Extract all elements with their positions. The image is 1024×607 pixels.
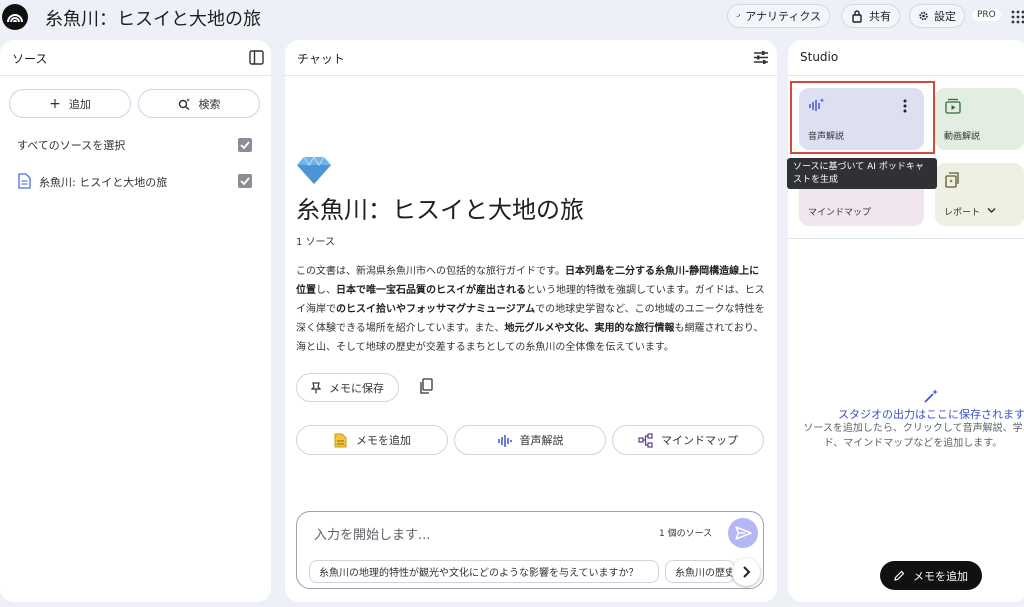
check-icon [240,177,250,186]
save-to-memo-button[interactable]: メモに保存 [296,373,399,402]
add-memo-button[interactable]: メモを追加 [296,425,448,455]
settings-label: 設定 [934,10,956,23]
analytics-label: アナリティクス [745,10,821,23]
gear-icon [919,11,928,21]
studio-empty-description: ソースを追加したら、クリックして音声解説、学 ド、マインドマップなどを追加します… [803,423,1023,449]
select-all-label: すべてのソースを選択 [17,139,126,152]
add-memo-fab-label: メモを追加 [913,569,968,583]
pro-badge: PRO [972,9,1001,21]
chevron-down-icon[interactable] [987,207,996,214]
select-all-checkbox[interactable] [238,138,252,152]
share-button[interactable]: 共有 [841,4,900,28]
gem-emoji-icon [297,156,331,184]
analytics-button[interactable]: アナリティクス [727,4,830,28]
sources-panel: ソース [0,40,271,602]
share-label: 共有 [869,10,891,23]
report-tile[interactable]: レポート [935,163,1024,226]
trending-up-icon [736,14,741,18]
report-sparkle-icon [945,172,959,188]
pin-icon [311,381,321,393]
suggestion-chip-2[interactable]: 糸魚川の歴史 [665,560,735,583]
video-tile-label: 動画解説 [944,132,981,142]
document-title: 糸魚川：ヒスイと大地の旅 [296,196,584,224]
send-button[interactable] [728,518,758,548]
search-sparkle-icon [178,98,190,110]
audio-waveform-icon [497,434,512,447]
lock-icon [852,10,862,23]
audio-overview-button[interactable]: 音声解説 [454,425,606,455]
audio-overview-label: 音声解説 [519,434,564,447]
suggestion-chip-1[interactable]: 糸魚川の地理的特性が観光や文化にどのような影響を与えていますか？ [309,560,659,583]
magic-wand-icon [924,389,938,403]
chat-input-placeholder[interactable]: 入力を開始します... [314,524,430,543]
sources-header: ソース [0,40,271,76]
save-to-memo-label: メモに保存 [329,381,384,395]
mindmap-button[interactable]: マインドマップ [612,425,764,455]
add-memo-label: メモを追加 [356,434,411,447]
studio-header: Studio [788,40,1024,76]
audio-tile-highlight-box [790,81,935,154]
notebook-title[interactable]: 糸魚川：ヒスイと大地の旅 [45,5,261,31]
chevron-right-icon [743,566,751,578]
mindmap-icon [638,432,653,448]
plus-icon: + [49,95,61,112]
next-suggestions-button[interactable] [732,558,760,586]
note-icon [334,433,347,447]
send-icon [735,526,752,540]
mindmap-label: マインドマップ [661,434,738,447]
studio-title: Studio [800,50,839,64]
settings-button[interactable]: 設定 [909,4,965,28]
video-icon [945,98,961,114]
source-item-label[interactable]: 糸魚川: ヒスイと大地の旅 [39,174,167,190]
source-item-checkbox[interactable] [238,174,252,188]
notebook-logo-icon[interactable] [2,4,28,30]
collapse-panel-icon[interactable] [249,50,264,65]
video-overview-tile[interactable]: 動画解説 [935,88,1024,150]
check-icon [240,141,250,150]
sources-title: ソース [12,52,48,66]
top-bar: 糸魚川：ヒスイと大地の旅 アナリティクス 共有 設定 PRO [0,0,1024,34]
audio-tile-tooltip: ソースに基づいて AI ポッドキャストを生成 [787,158,937,189]
search-source-button[interactable]: 検索 [138,89,260,118]
mindmap-tile-label: マインドマップ [808,208,872,218]
add-memo-fab[interactable]: メモを追加 [880,561,982,590]
document-icon [18,173,31,189]
studio-divider [788,238,1024,239]
search-source-label: 検索 [198,97,221,111]
studio-empty-title: スタジオの出力はここに保存されます。 [838,408,1024,421]
chat-title: チャット [297,52,345,66]
chat-input-box[interactable]: 入力を開始します... 1 個のソース 糸魚川の地理的特性が観光や文化にどのよう… [296,511,764,589]
add-source-label: 追加 [68,97,91,111]
pencil-icon [894,570,905,581]
source-count: 1 ソース [296,237,336,248]
chat-header: チャット [285,40,777,76]
document-summary: この文書は、新潟県糸魚川市への包括的な旅行ガイドです。日本列島を二分する糸魚川-… [296,266,765,353]
add-source-button[interactable]: + 追加 [9,89,131,118]
report-tile-label: レポート [944,208,981,218]
input-source-count: 1 個のソース [659,529,713,539]
copy-icon[interactable] [418,378,434,394]
tune-settings-icon[interactable] [753,50,769,65]
apps-grid-icon[interactable] [1011,10,1024,24]
